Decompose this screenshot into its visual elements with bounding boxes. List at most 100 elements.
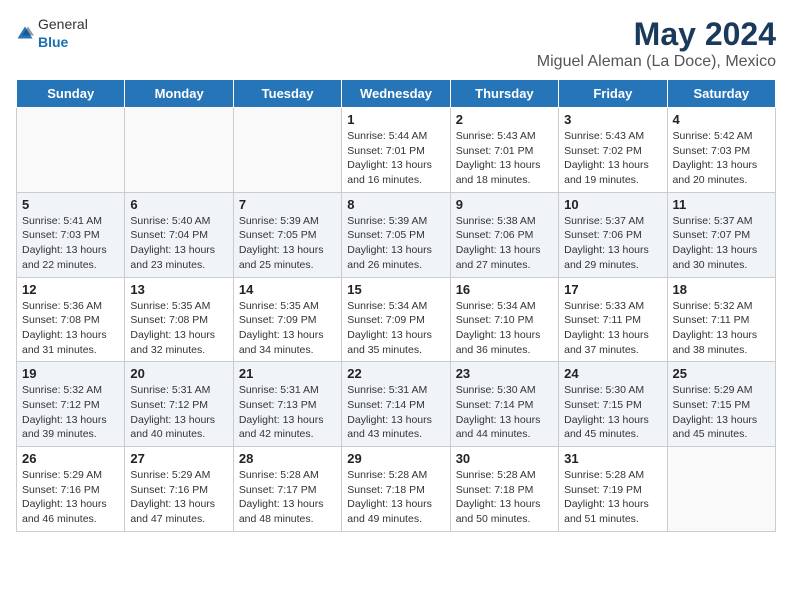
cell-info: Sunrise: 5:28 AM Sunset: 7:18 PM Dayligh… (347, 468, 444, 527)
cell-info: Sunrise: 5:31 AM Sunset: 7:12 PM Dayligh… (130, 383, 227, 442)
calendar-cell: 1 Sunrise: 5:44 AM Sunset: 7:01 PM Daylig… (342, 108, 450, 193)
day-number: 9 (456, 197, 553, 212)
cell-info: Sunrise: 5:38 AM Sunset: 7:06 PM Dayligh… (456, 214, 553, 273)
cell-info: Sunrise: 5:30 AM Sunset: 7:15 PM Dayligh… (564, 383, 661, 442)
day-number: 11 (673, 197, 770, 212)
calendar-cell: 6 Sunrise: 5:40 AM Sunset: 7:04 PM Daylig… (125, 192, 233, 277)
calendar-cell: 18 Sunrise: 5:32 AM Sunset: 7:11 PM Dayli… (667, 277, 775, 362)
calendar-cell: 24 Sunrise: 5:30 AM Sunset: 7:15 PM Dayli… (559, 362, 667, 447)
cell-info: Sunrise: 5:44 AM Sunset: 7:01 PM Dayligh… (347, 129, 444, 188)
day-number: 16 (456, 282, 553, 297)
day-number: 30 (456, 451, 553, 466)
cell-info: Sunrise: 5:40 AM Sunset: 7:04 PM Dayligh… (130, 214, 227, 273)
subtitle: Miguel Aleman (La Doce), Mexico (537, 53, 776, 71)
calendar-cell: 4 Sunrise: 5:42 AM Sunset: 7:03 PM Daylig… (667, 108, 775, 193)
cell-info: Sunrise: 5:28 AM Sunset: 7:19 PM Dayligh… (564, 468, 661, 527)
calendar-cell (233, 108, 341, 193)
day-number: 6 (130, 197, 227, 212)
day-number: 18 (673, 282, 770, 297)
cell-info: Sunrise: 5:36 AM Sunset: 7:08 PM Dayligh… (22, 299, 119, 358)
calendar-cell (17, 108, 125, 193)
calendar-cell: 12 Sunrise: 5:36 AM Sunset: 7:08 PM Dayli… (17, 277, 125, 362)
cell-info: Sunrise: 5:43 AM Sunset: 7:01 PM Dayligh… (456, 129, 553, 188)
calendar-cell: 28Sunrise: 5:28 AM Sunset: 7:17 PM Dayli… (233, 447, 341, 532)
day-number: 15 (347, 282, 444, 297)
cell-info: Sunrise: 5:39 AM Sunset: 7:05 PM Dayligh… (347, 214, 444, 273)
calendar-cell: 3 Sunrise: 5:43 AM Sunset: 7:02 PM Daylig… (559, 108, 667, 193)
day-number: 26 (22, 451, 119, 466)
logo-general: General (38, 16, 88, 32)
day-number: 14 (239, 282, 336, 297)
cell-info: Sunrise: 5:42 AM Sunset: 7:03 PM Dayligh… (673, 129, 770, 188)
day-number: 13 (130, 282, 227, 297)
day-number: 24 (564, 366, 661, 381)
col-header-tuesday: Tuesday (233, 80, 341, 108)
calendar-cell: 19Sunrise: 5:32 AM Sunset: 7:12 PM Dayli… (17, 362, 125, 447)
calendar-cell (667, 447, 775, 532)
calendar-cell: 7Sunrise: 5:39 AM Sunset: 7:05 PM Daylig… (233, 192, 341, 277)
calendar-cell: 25Sunrise: 5:29 AM Sunset: 7:15 PM Dayli… (667, 362, 775, 447)
header: General Blue May 2024 Miguel Aleman (La … (16, 16, 776, 71)
day-number: 23 (456, 366, 553, 381)
cell-info: Sunrise: 5:34 AM Sunset: 7:10 PM Dayligh… (456, 299, 553, 358)
calendar-cell: 13 Sunrise: 5:35 AM Sunset: 7:08 PM Dayli… (125, 277, 233, 362)
calendar-cell: 9 Sunrise: 5:38 AM Sunset: 7:06 PM Daylig… (450, 192, 558, 277)
calendar-cell: 23 Sunrise: 5:30 AM Sunset: 7:14 PM Dayli… (450, 362, 558, 447)
calendar-cell (125, 108, 233, 193)
col-header-saturday: Saturday (667, 80, 775, 108)
cell-info: Sunrise: 5:41 AM Sunset: 7:03 PM Dayligh… (22, 214, 119, 273)
day-number: 22 (347, 366, 444, 381)
day-number: 5 (22, 197, 119, 212)
calendar: SundayMondayTuesdayWednesdayThursdayFrid… (16, 79, 776, 532)
cell-info: Sunrise: 5:29 AM Sunset: 7:16 PM Dayligh… (130, 468, 227, 527)
day-number: 20 (130, 366, 227, 381)
cell-info: Sunrise: 5:32 AM Sunset: 7:12 PM Dayligh… (22, 383, 119, 442)
day-number: 12 (22, 282, 119, 297)
cell-info: Sunrise: 5:29 AM Sunset: 7:15 PM Dayligh… (673, 383, 770, 442)
cell-info: Sunrise: 5:37 AM Sunset: 7:07 PM Dayligh… (673, 214, 770, 273)
calendar-cell: 20 Sunrise: 5:31 AM Sunset: 7:12 PM Dayli… (125, 362, 233, 447)
day-number: 10 (564, 197, 661, 212)
day-number: 27 (130, 451, 227, 466)
day-number: 29 (347, 451, 444, 466)
cell-info: Sunrise: 5:31 AM Sunset: 7:14 PM Dayligh… (347, 383, 444, 442)
calendar-cell: 27 Sunrise: 5:29 AM Sunset: 7:16 PM Dayli… (125, 447, 233, 532)
cell-info: Sunrise: 5:32 AM Sunset: 7:11 PM Dayligh… (673, 299, 770, 358)
cell-info: Sunrise: 5:35 AM Sunset: 7:09 PM Dayligh… (239, 299, 336, 358)
calendar-cell: 16 Sunrise: 5:34 AM Sunset: 7:10 PM Dayli… (450, 277, 558, 362)
col-header-sunday: Sunday (17, 80, 125, 108)
col-header-monday: Monday (125, 80, 233, 108)
calendar-cell: 17Sunrise: 5:33 AM Sunset: 7:11 PM Dayli… (559, 277, 667, 362)
cell-info: Sunrise: 5:39 AM Sunset: 7:05 PM Dayligh… (239, 214, 336, 273)
calendar-cell: 22 Sunrise: 5:31 AM Sunset: 7:14 PM Dayli… (342, 362, 450, 447)
calendar-cell: 26 Sunrise: 5:29 AM Sunset: 7:16 PM Dayli… (17, 447, 125, 532)
cell-info: Sunrise: 5:33 AM Sunset: 7:11 PM Dayligh… (564, 299, 661, 358)
day-number: 4 (673, 112, 770, 127)
day-number: 1 (347, 112, 444, 127)
day-number: 8 (347, 197, 444, 212)
main-title: May 2024 (537, 16, 776, 53)
logo-blue: Blue (38, 34, 68, 50)
title-area: May 2024 Miguel Aleman (La Doce), Mexico (537, 16, 776, 71)
calendar-cell: 21 Sunrise: 5:31 AM Sunset: 7:13 PM Dayli… (233, 362, 341, 447)
day-number: 21 (239, 366, 336, 381)
calendar-cell: 29 Sunrise: 5:28 AM Sunset: 7:18 PM Dayli… (342, 447, 450, 532)
cell-info: Sunrise: 5:28 AM Sunset: 7:17 PM Dayligh… (239, 468, 336, 527)
calendar-cell: 10 Sunrise: 5:37 AM Sunset: 7:06 PM Dayli… (559, 192, 667, 277)
cell-info: Sunrise: 5:43 AM Sunset: 7:02 PM Dayligh… (564, 129, 661, 188)
col-header-thursday: Thursday (450, 80, 558, 108)
cell-info: Sunrise: 5:28 AM Sunset: 7:18 PM Dayligh… (456, 468, 553, 527)
calendar-cell: 5 Sunrise: 5:41 AM Sunset: 7:03 PM Daylig… (17, 192, 125, 277)
calendar-cell: 30 Sunrise: 5:28 AM Sunset: 7:18 PM Dayli… (450, 447, 558, 532)
cell-info: Sunrise: 5:35 AM Sunset: 7:08 PM Dayligh… (130, 299, 227, 358)
cell-info: Sunrise: 5:30 AM Sunset: 7:14 PM Dayligh… (456, 383, 553, 442)
day-number: 3 (564, 112, 661, 127)
cell-info: Sunrise: 5:29 AM Sunset: 7:16 PM Dayligh… (22, 468, 119, 527)
cell-info: Sunrise: 5:37 AM Sunset: 7:06 PM Dayligh… (564, 214, 661, 273)
calendar-cell: 11 Sunrise: 5:37 AM Sunset: 7:07 PM Dayli… (667, 192, 775, 277)
cell-info: Sunrise: 5:31 AM Sunset: 7:13 PM Dayligh… (239, 383, 336, 442)
logo-icon (16, 25, 34, 43)
day-number: 2 (456, 112, 553, 127)
calendar-cell: 15Sunrise: 5:34 AM Sunset: 7:09 PM Dayli… (342, 277, 450, 362)
col-header-friday: Friday (559, 80, 667, 108)
